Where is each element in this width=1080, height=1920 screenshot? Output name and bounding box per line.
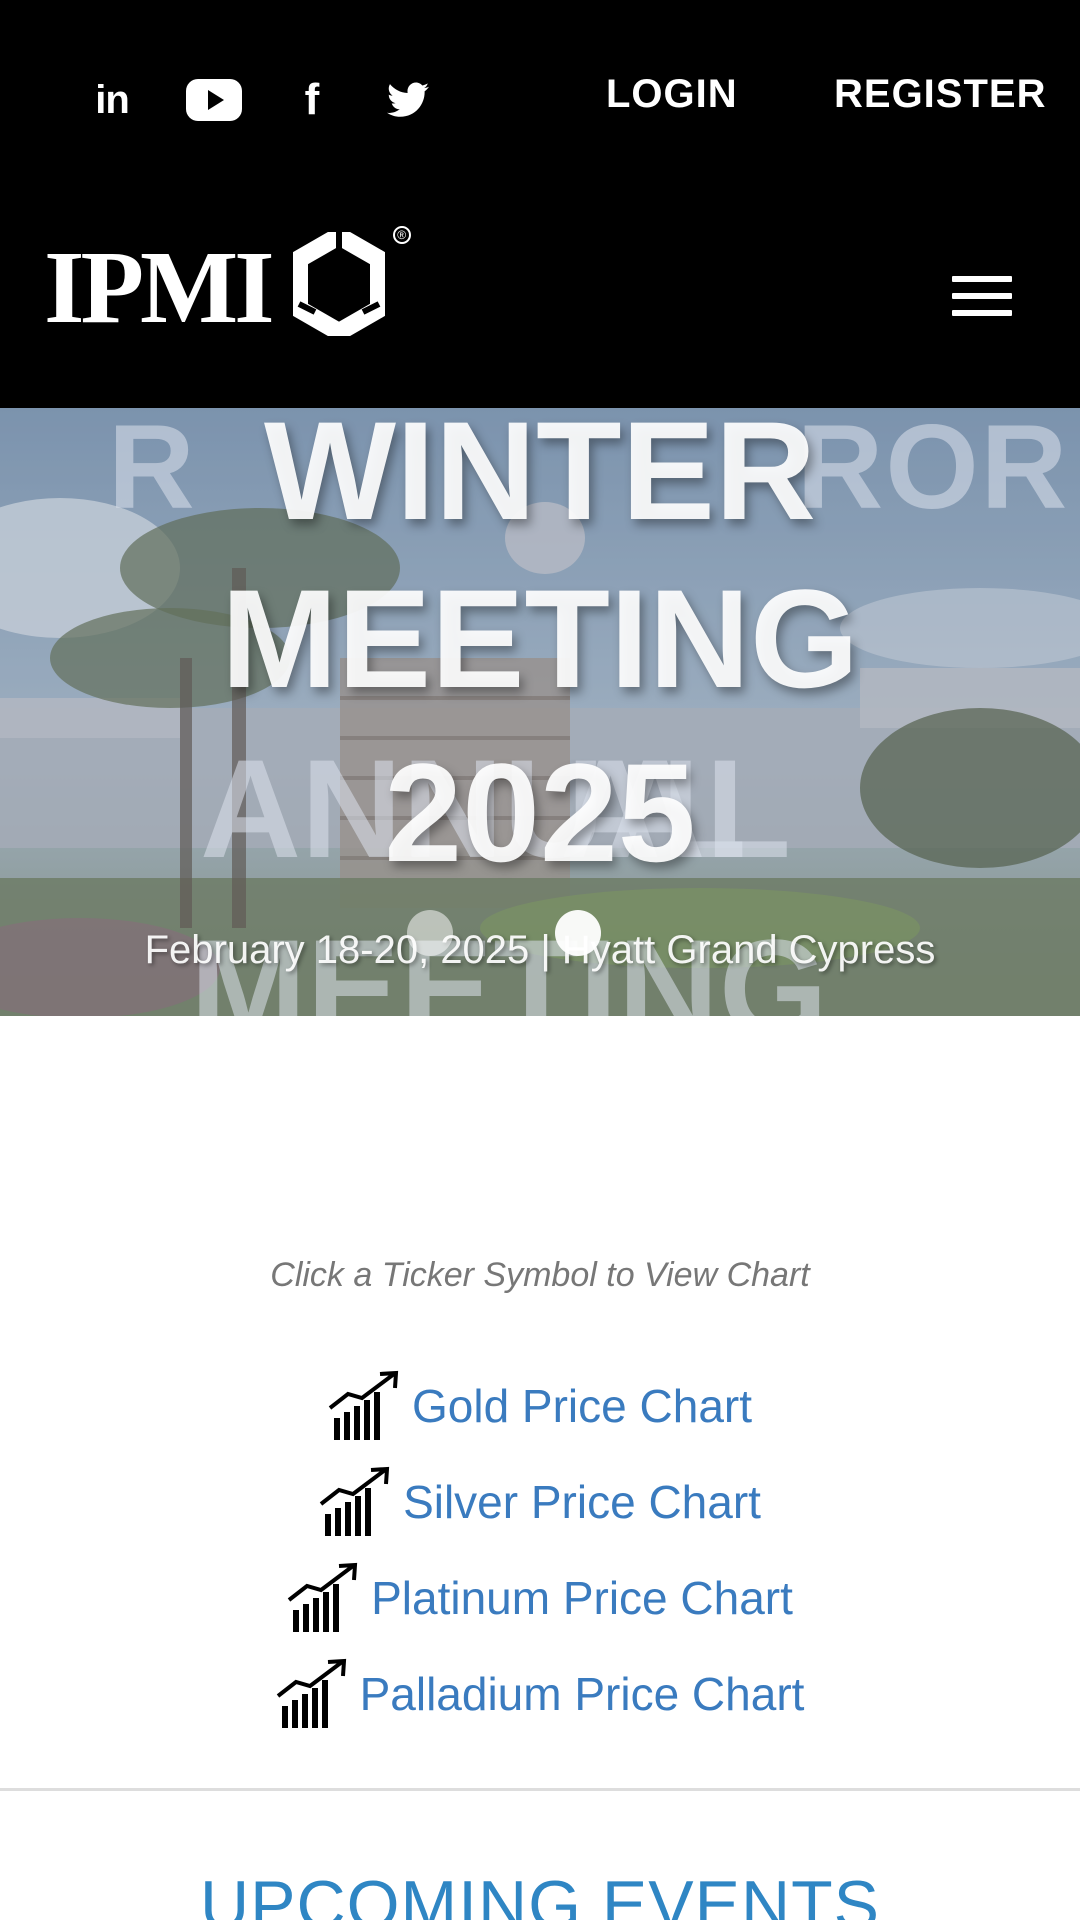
upcoming-events-heading: UPCOMING EVENTS <box>200 1867 880 1920</box>
linkedin-icon[interactable]: in <box>80 72 144 128</box>
platinum-price-chart-link[interactable]: Platinum Price Chart <box>371 1571 793 1625</box>
hamburger-menu-icon[interactable] <box>952 276 1012 316</box>
site-header: in f LOGIN REGISTER IPMI ® <box>0 0 1080 408</box>
palladium-price-chart-link[interactable]: Palladium Price Chart <box>360 1667 805 1721</box>
facebook-icon[interactable]: f <box>284 72 340 128</box>
ticker-item-platinum[interactable]: Platinum Price Chart <box>0 1550 1080 1646</box>
hero-title-line: 2025 <box>384 734 696 891</box>
hexagon-logo-icon: ® <box>289 225 411 343</box>
login-link[interactable]: LOGIN <box>606 72 738 117</box>
ticker-item-gold[interactable]: Gold Price Chart <box>0 1358 1080 1454</box>
carousel-dot-2-active[interactable] <box>555 910 601 956</box>
carousel-dot-1[interactable] <box>407 910 453 956</box>
hero-banner[interactable]: R ROR AL ANNUAL MEETING WINTER MEETING 20… <box>0 408 1080 1016</box>
chart-growth-icon <box>328 1370 399 1440</box>
ticker-item-palladium[interactable]: Palladium Price Chart <box>0 1646 1080 1742</box>
hero-title-line: MEETING <box>221 560 859 717</box>
chart-growth-icon <box>319 1466 390 1536</box>
twitter-icon[interactable] <box>380 72 436 128</box>
ticker-item-silver[interactable]: Silver Price Chart <box>0 1454 1080 1550</box>
youtube-icon[interactable] <box>184 72 244 128</box>
logo-text: IPMI <box>44 230 275 345</box>
hero-subtitle: February 18-20, 2025 | Hyatt Grand Cypre… <box>144 928 936 972</box>
registered-mark: ® <box>392 226 411 244</box>
chart-growth-icon <box>276 1658 346 1728</box>
hero-title-line: WINTER <box>263 408 817 549</box>
ipmi-logo[interactable]: IPMI ® <box>44 225 411 345</box>
gold-price-chart-link[interactable]: Gold Price Chart <box>412 1379 752 1433</box>
ticker-hint: Click a Ticker Symbol to View Chart <box>270 1256 810 1294</box>
chart-growth-icon <box>287 1562 358 1632</box>
section-divider <box>0 1788 1080 1791</box>
silver-price-chart-link[interactable]: Silver Price Chart <box>403 1475 761 1529</box>
ticker-list: Gold Price Chart Silver Price Chart Plat… <box>0 1358 1080 1742</box>
register-link[interactable]: REGISTER <box>834 72 1046 117</box>
social-links: in f <box>80 72 436 128</box>
